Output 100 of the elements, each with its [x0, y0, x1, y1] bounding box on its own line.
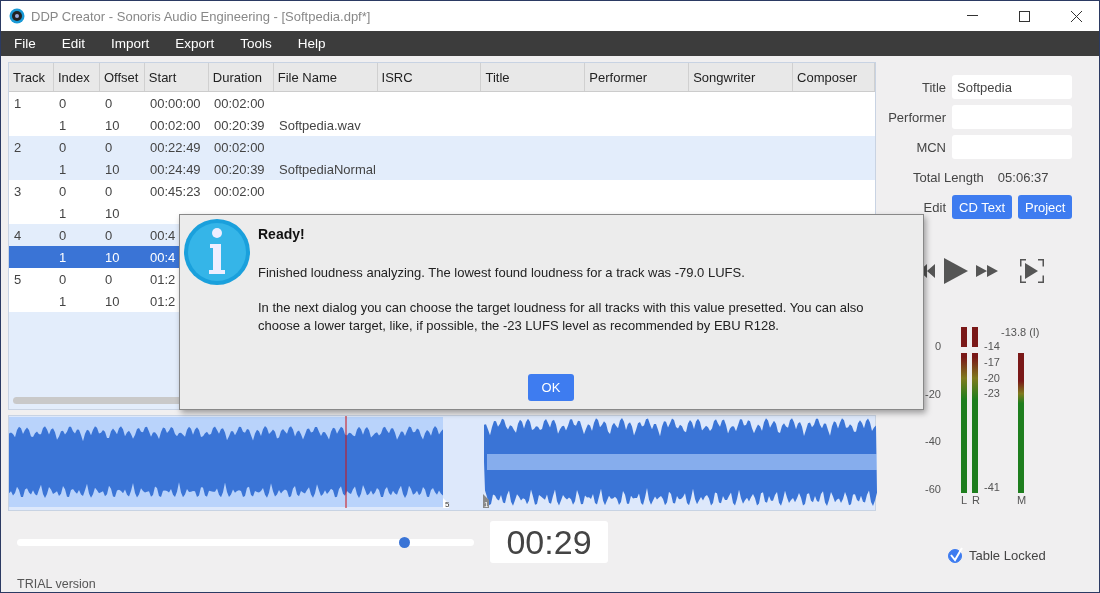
edit-button[interactable]: Project [1018, 195, 1073, 219]
table-cell: 00:02:00 [214, 183, 265, 199]
channel-label: L [961, 494, 968, 506]
peak-indicator [961, 327, 967, 347]
info-icon [183, 218, 251, 286]
table-cell: 00:20:39 [214, 117, 265, 133]
table-cell: 00:24:49 [150, 161, 201, 177]
table-row[interactable]: 1 0 0 00:00:00 00:02:00 [9, 92, 875, 114]
close-icon[interactable] [1070, 10, 1082, 22]
column-header[interactable]: File Name [273, 63, 378, 91]
table-cell: 0 [105, 139, 113, 155]
dialog-message: Finished loudness analyzing. The lowest found loudness for a track was -79.0 LUFS. [258, 264, 746, 282]
app-icon [9, 8, 25, 24]
scale-label: -20 [925, 387, 941, 400]
table-cell: 0 [59, 271, 67, 287]
meter-reading: -13.8 (I) [1001, 326, 1040, 338]
menu-item[interactable]: Export [166, 36, 224, 51]
table-cell: Softpedia.wav [279, 117, 361, 133]
channel-label: M [1017, 494, 1027, 506]
field-label: Title [920, 79, 947, 95]
play-selection-icon[interactable] [1020, 259, 1044, 283]
table-cell: 10 [105, 249, 120, 265]
column-header[interactable]: Performer [585, 63, 690, 91]
maximize-icon[interactable] [1018, 10, 1030, 22]
table-cell: 1 [59, 293, 67, 309]
column-header[interactable]: ISRC [377, 63, 482, 91]
table-cell: 0 [105, 271, 113, 287]
table-cell: 0 [59, 227, 67, 243]
table-row[interactable]: 1 10 00:02:00 00:20:39 Softpedia.wav [9, 114, 875, 136]
scale-label: -60 [925, 482, 941, 495]
table-cell: 01:2 [150, 293, 176, 309]
field-label: MCN [915, 139, 947, 155]
marker-label: 1 [484, 500, 489, 508]
total-length-label: Total Length [913, 169, 984, 185]
table-cell: 1 [59, 161, 67, 177]
peak-indicator [972, 327, 978, 347]
scale-label: 0 [934, 340, 941, 352]
table-cell: 00:4 [150, 249, 176, 265]
scale-label: -41 [984, 481, 1000, 493]
table-cell: 0 [59, 95, 67, 111]
table-cell: 1 [59, 117, 67, 133]
dialog-message: In the next dialog you can choose the target loudness for all tracks with this value presetted. You can also choose a lower target, like, if possible, the -23 LUFS level as recommended by EBU R128. [258, 299, 865, 335]
table-cell: 5 [14, 271, 22, 287]
column-header[interactable]: Songwriter [689, 63, 794, 91]
column-header[interactable]: Index [53, 63, 100, 91]
scale-label: -23 [984, 387, 1000, 399]
slider-thumb[interactable] [399, 536, 411, 548]
table-cell: 00:02:00 [214, 95, 265, 111]
menu-item[interactable]: Edit [52, 36, 95, 51]
field-label: Edit [922, 199, 947, 215]
scale-label: -14 [984, 340, 1000, 352]
menu-item[interactable]: Import [102, 36, 159, 51]
table-cell: 01:2 [150, 271, 176, 287]
column-header[interactable]: Track [9, 63, 54, 91]
table-cell: 10 [105, 161, 120, 177]
table-cell: 1 [59, 249, 67, 265]
field-label: Performer [887, 109, 947, 125]
scale-label: -17 [984, 356, 1000, 368]
table-cell: 0 [59, 183, 67, 199]
table-cell: 00:4 [150, 227, 176, 243]
table-cell: 1 [14, 95, 22, 111]
input-field[interactable]: Softpedia [952, 75, 1072, 99]
channel-label: R [972, 494, 980, 506]
table-cell: 0 [105, 227, 113, 243]
scale-label: -40 [925, 435, 941, 447]
table-cell: 00:45:23 [150, 183, 201, 199]
table-cell: 4 [14, 227, 22, 243]
checkbox[interactable] [948, 547, 963, 563]
table-cell: 00:02:00 [214, 139, 265, 155]
position-slider[interactable] [17, 538, 474, 546]
table-cell: 00:22:49 [150, 139, 201, 155]
column-header[interactable]: Title [481, 63, 586, 91]
marker-label: 5 [445, 500, 450, 508]
checkbox-label: Table Locked [969, 547, 1046, 563]
edit-button[interactable]: CD Text [952, 195, 1012, 219]
time-display: 00:29 [490, 521, 608, 563]
column-header[interactable]: Duration [208, 63, 274, 91]
column-header[interactable]: Composer [793, 63, 875, 91]
table-cell: SoftpediaNormal [279, 161, 376, 177]
table-cell: 3 [14, 183, 22, 199]
minimize-icon[interactable] [966, 15, 978, 17]
table-cell: 0 [105, 95, 113, 111]
column-header[interactable]: Start [144, 63, 209, 91]
menu-item[interactable]: Tools [231, 36, 281, 51]
total-length-value: 05:06:37 [997, 169, 1049, 185]
scale-label: -20 [984, 372, 1000, 384]
table-cell: 10 [105, 293, 120, 309]
table-cell: 0 [59, 139, 67, 155]
dialog-title: Ready! [258, 226, 305, 242]
menu-item[interactable]: Help [288, 36, 335, 51]
fast-forward-icon[interactable] [976, 265, 998, 277]
table-cell: 00:00:00 [150, 95, 201, 111]
table-row[interactable]: 3 0 0 00:45:23 00:02:00 [9, 180, 875, 202]
play-icon[interactable] [944, 258, 968, 284]
column-header[interactable]: Offset [99, 63, 145, 91]
ok-button[interactable]: OK [528, 374, 574, 401]
menu-item[interactable]: File [5, 36, 45, 51]
table-cell: 10 [105, 205, 120, 221]
window-title: DDP Creator - Sonoris Audio Engineering - [Softpedia.dpf*] [31, 8, 372, 24]
table-cell: 2 [14, 139, 22, 155]
